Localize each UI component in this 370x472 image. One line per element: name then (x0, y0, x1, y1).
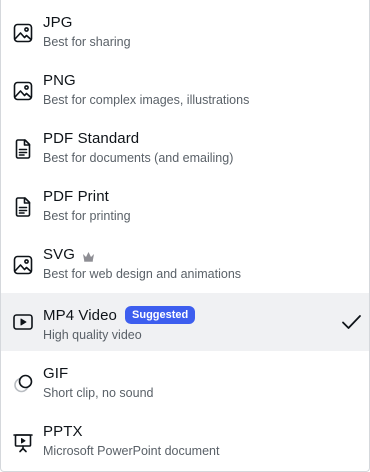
format-name: PPTX (43, 422, 83, 440)
format-name: MP4 Video (43, 306, 118, 324)
gif-icon (12, 373, 34, 395)
format-option-gif[interactable]: GIF Short clip, no sound (1, 351, 369, 409)
format-option-mp4-video[interactable]: MP4 Video Suggested High quality video (1, 293, 369, 351)
video-icon (12, 311, 34, 333)
format-description: Best for web design and animations (43, 267, 242, 281)
format-name: JPG (43, 13, 73, 31)
document-icon (12, 138, 34, 160)
image-icon (12, 80, 34, 102)
format-option-pptx[interactable]: PPTX Microsoft PowerPoint document (1, 409, 369, 467)
suggested-badge: Suggested (125, 306, 196, 324)
document-icon (12, 196, 34, 218)
format-description: Best for documents (and emailing) (43, 151, 234, 165)
format-description: High quality video (43, 328, 142, 342)
format-name: PDF Standard (43, 129, 140, 147)
image-icon (12, 254, 34, 276)
format-description: Short clip, no sound (43, 386, 154, 400)
format-description: Best for printing (43, 209, 131, 223)
format-option-pdf-standard[interactable]: PDF Standard Best for documents (and ema… (1, 116, 369, 174)
format-name: GIF (43, 364, 69, 382)
checkmark-icon (340, 313, 362, 331)
format-description: Microsoft PowerPoint document (43, 444, 220, 458)
format-option-png[interactable]: PNG Best for complex images, illustratio… (1, 58, 369, 116)
format-option-pdf-print[interactable]: PDF Print Best for printing (1, 174, 369, 232)
format-name: PDF Print (43, 187, 109, 205)
format-description: Best for sharing (43, 35, 131, 49)
image-icon (12, 22, 34, 44)
format-name: PNG (43, 71, 76, 89)
crown-icon (82, 249, 95, 262)
format-description: Best for complex images, illustrations (43, 93, 250, 107)
presentation-icon (12, 431, 34, 453)
format-option-svg[interactable]: SVG Best for web design and animations (1, 232, 369, 290)
format-option-jpg[interactable]: JPG Best for sharing (1, 0, 369, 58)
format-name: SVG (43, 245, 75, 263)
file-type-menu: JPG Best for sharing PNG Best for comple… (0, 0, 370, 472)
